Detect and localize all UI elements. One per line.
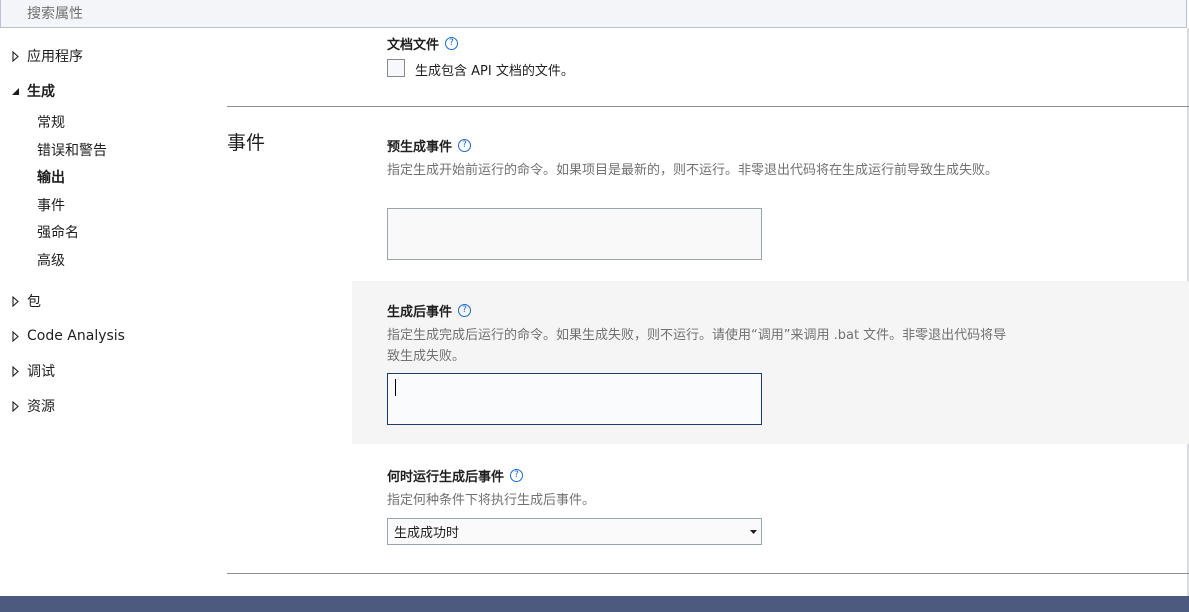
caret-down-icon[interactable] — [745, 529, 761, 534]
section-title-events: 事件 — [227, 132, 266, 154]
run-post-build-description: 指定何种条件下将执行生成后事件。 — [387, 493, 596, 508]
nav-group-label: 资源 — [27, 399, 55, 415]
section-divider — [227, 106, 1189, 107]
pre-build-input[interactable] — [387, 208, 762, 260]
collapsed-arrow-icon[interactable] — [10, 400, 20, 412]
collapsed-arrow-icon[interactable] — [10, 295, 20, 307]
collapsed-arrow-icon[interactable] — [10, 50, 20, 62]
nav-item-output[interactable]: 输出 — [37, 166, 65, 188]
nav-group-label: 调试 — [27, 364, 55, 380]
run-post-build-title: 何时运行生成后事件 ? — [387, 466, 524, 485]
text-caret — [395, 379, 396, 396]
nav-group-label: 生成 — [27, 84, 55, 100]
nav-group-label: 应用程序 — [27, 49, 83, 65]
expanded-arrow-icon[interactable] — [10, 87, 20, 96]
post-build-description: 指定生成完成后运行的命令。如果生成失败，则不运行。请使用“调用”来调用 .bat… — [387, 328, 1007, 364]
nav-group-debug[interactable]: 调试 — [0, 359, 55, 383]
nav-item-advanced[interactable]: 高级 — [37, 249, 65, 271]
doc-file-title: 文档文件 ? — [387, 34, 459, 53]
nav-group-label: 包 — [27, 294, 41, 310]
nav-item-events[interactable]: 事件 — [37, 194, 65, 216]
collapsed-arrow-icon[interactable] — [10, 330, 20, 342]
nav-group-resources[interactable]: 资源 — [0, 394, 55, 418]
help-icon[interactable]: ? — [510, 469, 524, 482]
post-build-input[interactable] — [387, 373, 762, 425]
help-icon[interactable]: ? — [458, 304, 472, 317]
nav-group-code-analysis[interactable]: Code Analysis — [0, 324, 125, 348]
nav-item-strong-name[interactable]: 强命名 — [37, 221, 79, 243]
collapsed-arrow-icon[interactable] — [10, 365, 20, 377]
nav-group-label: Code Analysis — [27, 328, 125, 344]
nav-item-general[interactable]: 常规 — [37, 111, 65, 133]
pre-build-title: 预生成事件 ? — [387, 136, 472, 155]
run-post-build-selected: 生成成功时 — [394, 526, 460, 541]
help-icon[interactable]: ? — [445, 37, 459, 50]
status-bar — [0, 596, 1189, 612]
nav-item-errors-warnings[interactable]: 错误和警告 — [37, 139, 107, 161]
search-input[interactable] — [1, 0, 1186, 27]
post-build-title: 生成后事件 ? — [387, 301, 472, 320]
run-post-build-select[interactable]: 生成成功时 — [387, 518, 762, 545]
pre-build-description: 指定生成开始前运行的命令。如果项目是最新的，则不运行。非零退出代码将在生成运行前… — [387, 163, 999, 178]
nav-group-application[interactable]: 应用程序 — [0, 44, 83, 68]
nav-group-build[interactable]: 生成 — [0, 79, 55, 103]
nav-group-package[interactable]: 包 — [0, 289, 41, 313]
search-bar — [0, 0, 1187, 28]
help-icon[interactable]: ? — [458, 139, 472, 152]
section-divider — [227, 573, 1189, 574]
doc-file-checkbox[interactable] — [387, 59, 405, 77]
doc-file-checkbox-label[interactable]: 生成包含 API 文档的文件。 — [415, 60, 574, 79]
